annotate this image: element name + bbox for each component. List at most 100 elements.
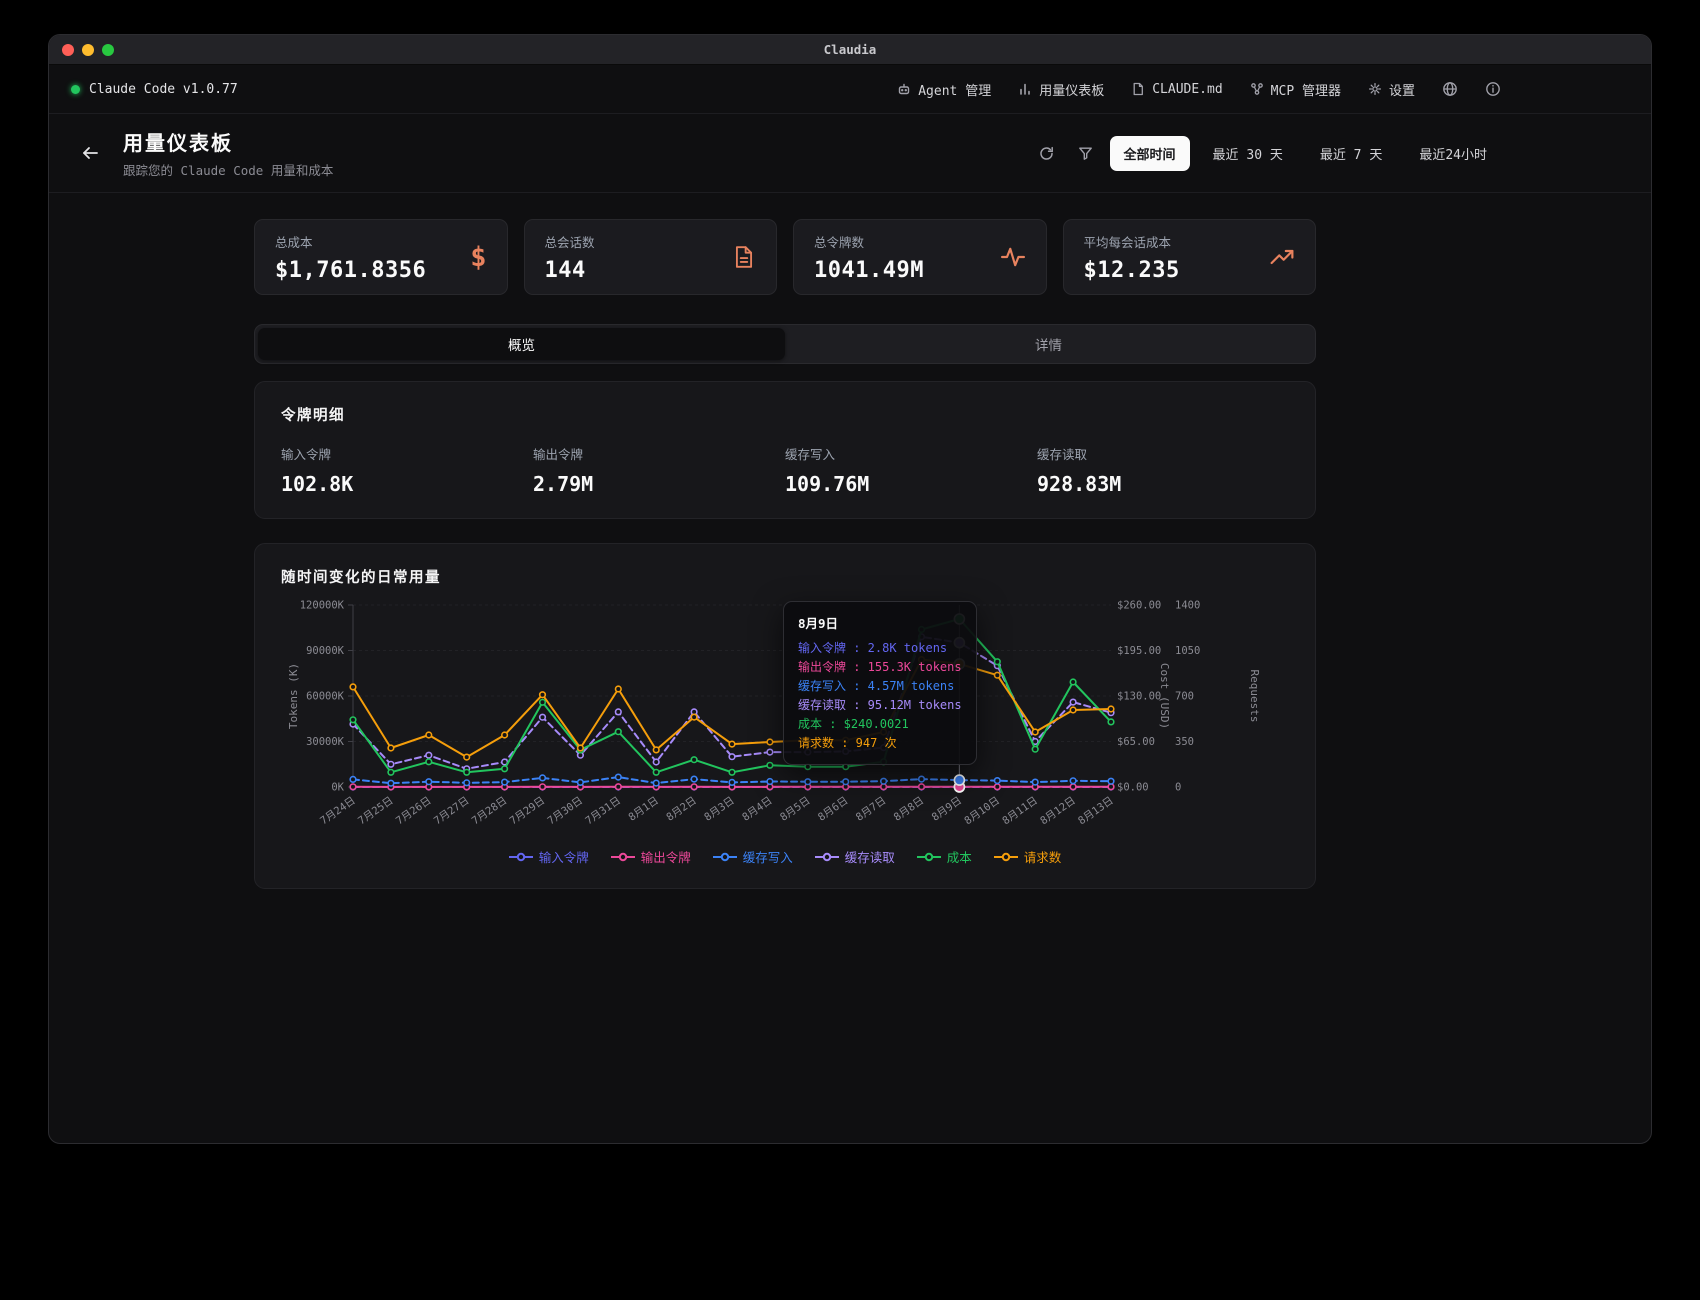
svg-text:8月1日: 8月1日 <box>626 795 660 824</box>
tooltip-row-2: 输出令牌 : 155.3K tokens <box>798 658 962 677</box>
svg-text:8月11日: 8月11日 <box>1000 795 1040 828</box>
svg-text:7月31日: 7月31日 <box>583 795 623 828</box>
minimize-window-button[interactable] <box>82 44 94 56</box>
stat-value: $12.235 <box>1084 258 1180 283</box>
nav-label: 用量仪表板 <box>1039 80 1104 99</box>
tooltip-row-6: 请求数 : 947 次 <box>798 734 962 753</box>
desktop: { "colors": { "accent": "#e8825e", "stat… <box>0 0 1700 1300</box>
time-filter-7-days[interactable]: 最近 7 天 <box>1306 136 1396 171</box>
nav-settings[interactable]: 设置 <box>1368 80 1415 99</box>
legend-marker-icon <box>917 852 941 862</box>
svg-text:Requests: Requests <box>1248 670 1261 723</box>
svg-text:Cost (USD): Cost (USD) <box>1158 663 1171 729</box>
svg-text:$195.00: $195.00 <box>1117 645 1161 657</box>
tab-details[interactable]: 详情 <box>785 328 1312 360</box>
traffic-lights <box>62 44 114 56</box>
breakdown-item-output: 输出令牌 2.79M <box>533 444 785 496</box>
svg-text:$130.00: $130.00 <box>1117 691 1161 703</box>
legend-item-6: 请求数 <box>994 847 1062 866</box>
svg-text:7月29日: 7月29日 <box>508 795 548 828</box>
back-button[interactable] <box>73 136 107 170</box>
chart-tooltip: 8月9日 输入令牌 : 2.8K tokens输出令牌 : 155.3K tok… <box>783 601 977 765</box>
nav-mcp-manager[interactable]: MCP 管理器 <box>1250 80 1341 99</box>
token-breakdown-card: 令牌明细 输入令牌 102.8K 输出令牌 2.79M 缓存写入 109.76M… <box>254 381 1316 519</box>
svg-text:8月13日: 8月13日 <box>1076 795 1116 828</box>
activity-icon <box>1000 245 1026 269</box>
back-arrow-icon <box>81 145 99 161</box>
time-filter-30-days[interactable]: 最近 30 天 <box>1199 136 1297 171</box>
nav-claude-md[interactable]: CLAUDE.md <box>1131 82 1222 97</box>
usage-chart-card: 随时间变化的日常用量 0K$0.00030000K$65.0035060000K… <box>254 543 1316 889</box>
trend-up-icon <box>1269 245 1295 269</box>
time-filter-24-hours[interactable]: 最近24小时 <box>1405 136 1501 171</box>
stat-label: 总成本 <box>275 232 426 251</box>
window-titlebar[interactable]: Claudia <box>49 35 1651 65</box>
svg-text:8月6日: 8月6日 <box>816 795 850 824</box>
breakdown-value: 109.76M <box>785 472 1037 496</box>
svg-text:8月5日: 8月5日 <box>778 795 812 824</box>
legend-marker-icon <box>994 852 1018 862</box>
refresh-button[interactable] <box>1032 138 1062 168</box>
svg-text:0: 0 <box>1175 782 1181 794</box>
breakdown-label: 输出令牌 <box>533 444 785 463</box>
legend-item-1: 输入令牌 <box>509 847 589 866</box>
svg-text:8月7日: 8月7日 <box>854 795 888 824</box>
svg-text:Tokens (K): Tokens (K) <box>287 663 300 729</box>
svg-text:90000K: 90000K <box>306 645 345 657</box>
stat-text: 平均每会话成本 $12.235 <box>1084 232 1180 283</box>
legend-item-3: 缓存写入 <box>713 847 793 866</box>
svg-text:30000K: 30000K <box>306 736 345 748</box>
svg-text:8月3日: 8月3日 <box>702 795 736 824</box>
legend-label: 请求数 <box>1024 847 1062 866</box>
svg-text:7月28日: 7月28日 <box>470 795 510 828</box>
info-button[interactable] <box>1485 81 1501 97</box>
legend-label: 缓存写入 <box>743 847 793 866</box>
legend-label: 输入令牌 <box>539 847 589 866</box>
breakdown-value: 928.83M <box>1037 472 1289 496</box>
tooltip-title: 8月9日 <box>798 613 962 632</box>
svg-text:8月10日: 8月10日 <box>962 795 1002 828</box>
nav-usage-dashboard[interactable]: 用量仪表板 <box>1018 80 1104 99</box>
language-button[interactable] <box>1442 81 1458 97</box>
tab-overview[interactable]: 概览 <box>258 328 785 360</box>
tab-bar: 概览 详情 <box>254 324 1316 364</box>
stat-card-avg-cost-per-session: 平均每会话成本 $12.235 <box>1063 219 1317 295</box>
window-title: Claudia <box>49 42 1651 57</box>
filter-funnel-icon <box>1078 146 1093 161</box>
svg-text:8月8日: 8月8日 <box>892 795 926 824</box>
stat-card-total-tokens: 总令牌数 1041.49M <box>793 219 1047 295</box>
svg-text:$0.00: $0.00 <box>1117 782 1149 794</box>
svg-text:7月30日: 7月30日 <box>545 795 585 828</box>
svg-text:1050: 1050 <box>1175 645 1200 657</box>
filter-button[interactable] <box>1071 138 1101 168</box>
zoom-window-button[interactable] <box>102 44 114 56</box>
svg-text:120000K: 120000K <box>300 600 345 612</box>
legend-marker-icon <box>815 852 839 862</box>
svg-text:8月9日: 8月9日 <box>930 795 964 824</box>
tooltip-row-3: 缓存写入 : 4.57M tokens <box>798 677 962 696</box>
stat-text: 总会话数 144 <box>545 232 595 283</box>
nav-agent-manager[interactable]: Agent 管理 <box>897 80 991 99</box>
nav-label: CLAUDE.md <box>1152 82 1222 97</box>
svg-text:7月27日: 7月27日 <box>432 795 472 828</box>
legend-marker-icon <box>509 852 533 862</box>
svg-text:7月24日: 7月24日 <box>318 795 358 828</box>
usage-chart-title: 随时间变化的日常用量 <box>281 566 1289 587</box>
mcp-nodes-icon <box>1250 82 1264 96</box>
svg-text:0K: 0K <box>331 782 344 794</box>
legend-marker-icon <box>611 852 635 862</box>
page-subtitle: 跟踪您的 Claude Code 用量和成本 <box>123 160 333 179</box>
stats-row: 总成本 $1,761.8356 $ 总会话数 144 总令牌数 1041.49M <box>254 219 1316 295</box>
close-window-button[interactable] <box>62 44 74 56</box>
tooltip-row-4: 缓存读取 : 95.12M tokens <box>798 696 962 715</box>
legend-label: 输出令牌 <box>641 847 691 866</box>
chart-legend: 输入令牌输出令牌缓存写入缓存读取成本请求数 <box>281 847 1289 866</box>
stat-text: 总成本 $1,761.8356 <box>275 232 426 283</box>
svg-text:350: 350 <box>1175 736 1194 748</box>
breakdown-label: 缓存写入 <box>785 444 1037 463</box>
page-header-titles: 用量仪表板 跟踪您的 Claude Code 用量和成本 <box>123 127 333 179</box>
time-filter-all-time[interactable]: 全部时间 <box>1110 136 1190 171</box>
stat-card-total-cost: 总成本 $1,761.8356 $ <box>254 219 508 295</box>
globe-icon <box>1442 81 1458 97</box>
tooltip-rows: 输入令牌 : 2.8K tokens输出令牌 : 155.3K tokens缓存… <box>798 639 962 753</box>
